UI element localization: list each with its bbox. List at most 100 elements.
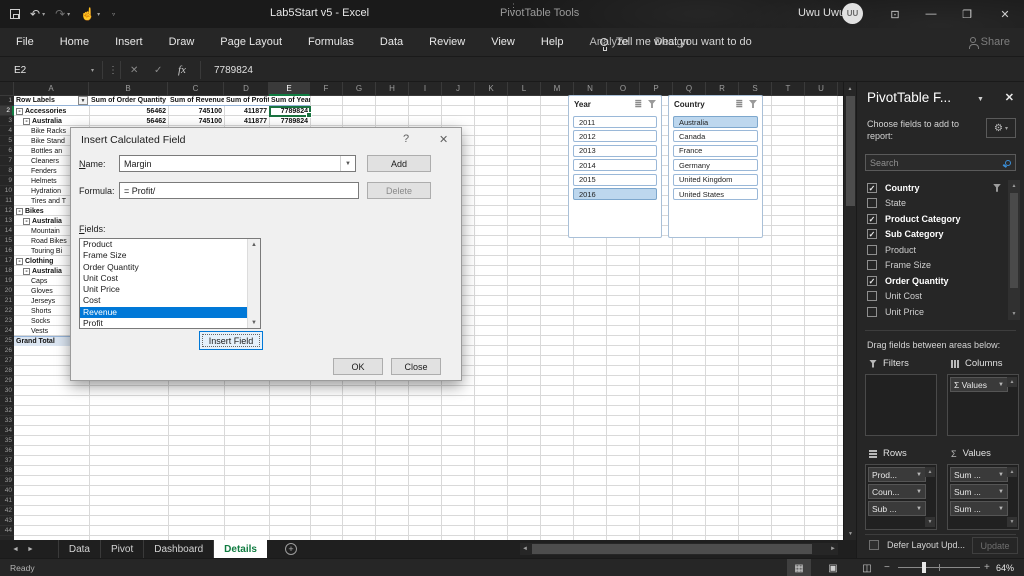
add-button[interactable]: Add [367, 155, 431, 172]
tab-home[interactable]: Home [60, 36, 89, 48]
scroll-up-icon[interactable]: ▲ [1007, 467, 1017, 477]
row-number-20[interactable]: 20 [0, 286, 14, 296]
checkbox-icon[interactable] [867, 306, 877, 317]
prev-sheet-button[interactable]: ◄ [12, 546, 19, 553]
pill-sum[interactable]: Sum ... ▼ [950, 501, 1008, 516]
confirm-entry-button[interactable]: ✓ [154, 57, 162, 83]
pivot-cell[interactable]: 411877 [224, 106, 269, 116]
ribbon-display-options-button[interactable]: ⊡ [880, 0, 910, 28]
row-number-41[interactable]: 41 [0, 496, 14, 506]
field-item-unit-cost[interactable]: Unit Cost [857, 289, 1024, 305]
scroll-up-icon[interactable]: ▲ [248, 239, 260, 250]
horizontal-scrollbar[interactable]: ◄ ► [520, 543, 838, 555]
row-number-9[interactable]: 9 [0, 176, 14, 186]
page-break-view-button[interactable]: ◫ [855, 559, 879, 576]
pivot-header-sum-of-profit[interactable]: Sum of Profit [224, 96, 269, 106]
scroll-right-icon[interactable]: ► [828, 546, 838, 552]
sheet-tab-dashboard[interactable]: Dashboard [144, 540, 215, 558]
tab-view[interactable]: View [491, 36, 515, 48]
undo-button[interactable]: ↶ ▾ [30, 7, 45, 21]
scrollbar-thumb[interactable] [1010, 193, 1018, 288]
chevron-down-icon[interactable]: ▼ [916, 489, 922, 495]
chevron-down-icon[interactable]: ▼ [340, 156, 355, 171]
row-number-42[interactable]: 42 [0, 506, 14, 516]
chevron-down-icon[interactable]: ▼ [998, 489, 1004, 495]
slicer-item-united-states[interactable]: United States [673, 188, 758, 200]
cancel-entry-button[interactable]: ✕ [130, 57, 138, 83]
row-number-15[interactable]: 15 [0, 236, 14, 246]
pivot-cell[interactable]: 56462 [89, 106, 168, 116]
defer-layout-checkbox[interactable]: Defer Layout Upd... [869, 540, 965, 550]
row-labels-filter-icon[interactable]: ▼ [78, 96, 88, 105]
row-number-43[interactable]: 43 [0, 516, 14, 526]
chevron-down-icon[interactable]: ▼ [916, 506, 922, 512]
sheet-tab-details[interactable]: Details [214, 540, 267, 558]
insert-function-button[interactable]: fx [178, 57, 186, 83]
row-number-40[interactable]: 40 [0, 486, 14, 496]
clear-filter-icon[interactable]: ✕ [648, 100, 656, 108]
row-number-3[interactable]: 3 [0, 116, 14, 126]
column-header-d[interactable]: D [224, 82, 269, 96]
slicer-item-2014[interactable]: 2014 [573, 159, 657, 172]
ok-button[interactable]: OK [333, 358, 383, 375]
column-header-m[interactable]: M [541, 82, 574, 96]
dialog-field-product[interactable]: Product [80, 239, 260, 250]
checkbox-icon[interactable]: ✓ [867, 229, 877, 240]
tell-me-box[interactable]: Tell me what you want to do [600, 28, 752, 56]
touch-mode-button[interactable]: ☝ ▾ [80, 7, 100, 21]
share-button[interactable]: Share [968, 28, 1010, 56]
search-input[interactable]: Search [865, 154, 1016, 171]
scroll-up-icon[interactable]: ▲ [844, 82, 856, 95]
row-number-44[interactable]: 44 [0, 526, 14, 536]
area-scrollbar[interactable]: ▲ [1007, 377, 1017, 433]
tab-page-layout[interactable]: Page Layout [220, 36, 282, 48]
update-button[interactable]: Update [972, 537, 1018, 554]
row-number-24[interactable]: 24 [0, 326, 14, 336]
field-item-product[interactable]: Product [857, 242, 1024, 258]
chevron-down-icon[interactable]: ▼ [977, 96, 984, 103]
column-header-q[interactable]: Q [673, 82, 706, 96]
field-item-country[interactable]: ✓ Country [857, 180, 1024, 196]
user-name[interactable]: Uwu Uwu [798, 7, 845, 19]
row-number-16[interactable]: 16 [0, 246, 14, 256]
row-number-21[interactable]: 21 [0, 296, 14, 306]
scroll-up-icon[interactable]: ▲ [925, 467, 935, 477]
row-number-26[interactable]: 26 [0, 346, 14, 356]
checkbox-icon[interactable] [867, 244, 877, 255]
row-number-4[interactable]: 4 [0, 126, 14, 136]
row-number-7[interactable]: 7 [0, 156, 14, 166]
row-number-32[interactable]: 32 [0, 406, 14, 416]
row-number-36[interactable]: 36 [0, 446, 14, 456]
pill-sum[interactable]: Sum ... ▼ [950, 484, 1008, 499]
field-list-scrollbar[interactable]: ▲ ▼ [1008, 180, 1020, 320]
tab-draw[interactable]: Draw [169, 36, 195, 48]
area-scrollbar[interactable]: ▲ ▼ [1007, 467, 1017, 527]
column-header-r[interactable]: R [706, 82, 739, 96]
field-item-state[interactable]: State [857, 196, 1024, 212]
row-number-38[interactable]: 38 [0, 466, 14, 476]
multi-select-icon[interactable]: ≣ [735, 99, 743, 110]
row-number-25[interactable]: 25 [0, 336, 14, 346]
filters-area[interactable] [865, 374, 937, 436]
select-all-corner[interactable] [0, 82, 14, 96]
tab-file[interactable]: File [16, 36, 34, 48]
row-number-19[interactable]: 19 [0, 276, 14, 286]
row-number-12[interactable]: 12 [0, 206, 14, 216]
collapse-icon[interactable]: - [23, 217, 30, 225]
dialog-field-cost[interactable]: Cost [80, 295, 260, 306]
pivot-header-sum-of-order-quantity[interactable]: Sum of Order Quantity [89, 96, 168, 106]
scroll-up-icon[interactable]: ▲ [1007, 377, 1017, 387]
row-number-2[interactable]: 2 [0, 106, 14, 116]
next-sheet-button[interactable]: ► [27, 546, 34, 553]
formula-field[interactable]: = Profit/ [119, 182, 359, 199]
chevron-down-icon[interactable]: ▼ [998, 382, 1004, 388]
slicer-item-2013[interactable]: 2013 [573, 144, 657, 157]
close-button[interactable]: ✕ [990, 0, 1020, 28]
column-header-o[interactable]: O [607, 82, 640, 96]
sheet-tab-pivot[interactable]: Pivot [101, 540, 145, 558]
tab-insert[interactable]: Insert [115, 36, 143, 48]
row-number-18[interactable]: 18 [0, 266, 14, 276]
column-header-h[interactable]: H [376, 82, 409, 96]
avatar[interactable]: UU [842, 3, 863, 24]
row-number-11[interactable]: 11 [0, 196, 14, 206]
